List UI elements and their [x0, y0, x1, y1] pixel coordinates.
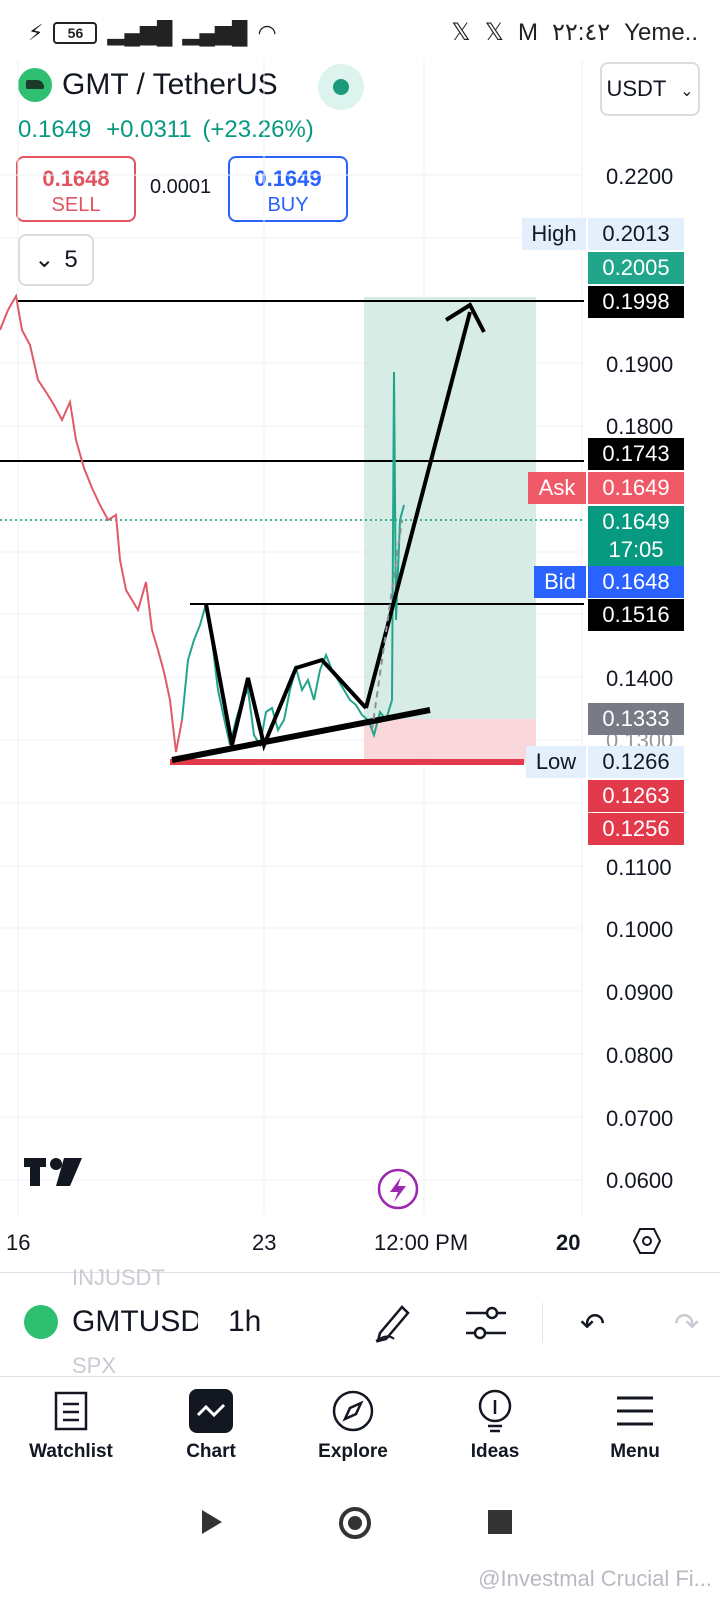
price-tick: 0.0800 [606, 1043, 674, 1068]
price-tick: 0.1000 [606, 917, 674, 942]
price-tick: 0.1900 [606, 352, 674, 377]
recents-square-icon[interactable] [488, 1510, 512, 1534]
chart-canvas[interactable] [0, 0, 720, 1270]
chart-icon [156, 1387, 266, 1435]
price-series-down [0, 293, 183, 753]
target-zone [364, 297, 536, 719]
indicator-count: 5 [64, 246, 78, 273]
hamburger-menu-icon [580, 1387, 690, 1435]
nav-ideas[interactable]: Ideas [440, 1387, 550, 1463]
compass-icon [298, 1387, 408, 1435]
indicator-settings-icon[interactable] [464, 1303, 508, 1348]
home-circle-icon[interactable] [338, 1506, 372, 1545]
nav-watchlist[interactable]: Watchlist [16, 1387, 126, 1463]
bid-value-tag: 0.1648 [588, 566, 684, 598]
price-tick: 0.0700 [606, 1106, 674, 1131]
system-navigation: @Investmal Crucial Fi... [0, 1476, 720, 1600]
ghost-symbol-top: INJUSDT [72, 1265, 165, 1290]
chart-toolbar: INJUSDT GMTUSD 1h SPX ↶ ↷ [0, 1265, 720, 1378]
watermark: @Investmal Crucial Fi... [478, 1566, 712, 1591]
price-tag: 0.1263 [588, 780, 684, 812]
price-tag: 0.1333 [588, 703, 684, 735]
low-label: Low [526, 746, 586, 778]
price-tag: 0.2005 [588, 252, 684, 284]
price-tick: 0.2200 [606, 164, 674, 189]
symbol-picker[interactable]: GMTUSD [72, 1305, 198, 1339]
price-tick: 0.0900 [606, 980, 674, 1005]
price-tick: 0.0600 [606, 1168, 674, 1193]
interval-picker[interactable]: 1h [228, 1305, 261, 1339]
drawing-tool-icon[interactable] [372, 1299, 412, 1348]
high-value-tag: 0.2013 [588, 218, 684, 250]
last-price-tag: 0.1649 17:05 [588, 506, 684, 566]
zigzag-pattern [204, 603, 368, 752]
nav-chart[interactable]: Chart [156, 1387, 266, 1463]
price-tick: 0.1800 [606, 414, 674, 439]
price-tag: 0.1256 [588, 813, 684, 845]
nav-explore[interactable]: Explore [298, 1387, 408, 1463]
price-tick: 0.1400 [606, 666, 674, 691]
nav-label: Watchlist [29, 1441, 113, 1462]
time-tick: 23 [252, 1230, 277, 1255]
time-tick: 12:00 PM [374, 1230, 469, 1255]
last-price-value: 0.1649 [602, 509, 670, 534]
nav-label: Explore [318, 1441, 388, 1462]
ask-label: Ask [528, 472, 586, 504]
stop-zone [364, 719, 536, 763]
low-value-tag: 0.1266 [588, 746, 684, 778]
gmt-logo-icon [24, 1305, 58, 1339]
settings-hexagon-icon[interactable] [632, 1226, 662, 1261]
indicators-collapse-button[interactable]: ⌄ 5 [18, 234, 94, 286]
time-tick: 20 [556, 1230, 581, 1255]
chevron-down-icon: ⌄ [34, 246, 55, 273]
ask-value-tag: 0.1649 [588, 472, 684, 504]
watchlist-icon [16, 1387, 126, 1435]
bar-countdown: 17:05 [608, 537, 664, 562]
nav-label: Ideas [470, 1441, 520, 1462]
level-tag-1516: 0.1516 [588, 599, 684, 631]
nav-label: Chart [186, 1441, 236, 1462]
time-tick: 16 [6, 1230, 31, 1255]
tradingview-logo-icon [24, 1158, 82, 1186]
level-tag-1998: 0.1998 [588, 286, 684, 318]
undo-icon[interactable]: ↶ [580, 1307, 605, 1342]
level-tag-1743: 0.1743 [588, 438, 684, 470]
lightbulb-icon [440, 1387, 550, 1435]
high-label: High [522, 218, 586, 250]
nav-menu[interactable]: Menu [580, 1387, 690, 1463]
redo-icon[interactable]: ↷ [674, 1307, 699, 1342]
price-tick: 0.1100 [606, 855, 672, 880]
bid-label: Bid [534, 566, 586, 598]
nav-label: Menu [610, 1441, 660, 1462]
back-play-icon[interactable] [200, 1508, 224, 1541]
bottom-navigation: Watchlist Chart Explore Ideas Menu [0, 1376, 720, 1477]
toolbar-divider [542, 1303, 543, 1343]
